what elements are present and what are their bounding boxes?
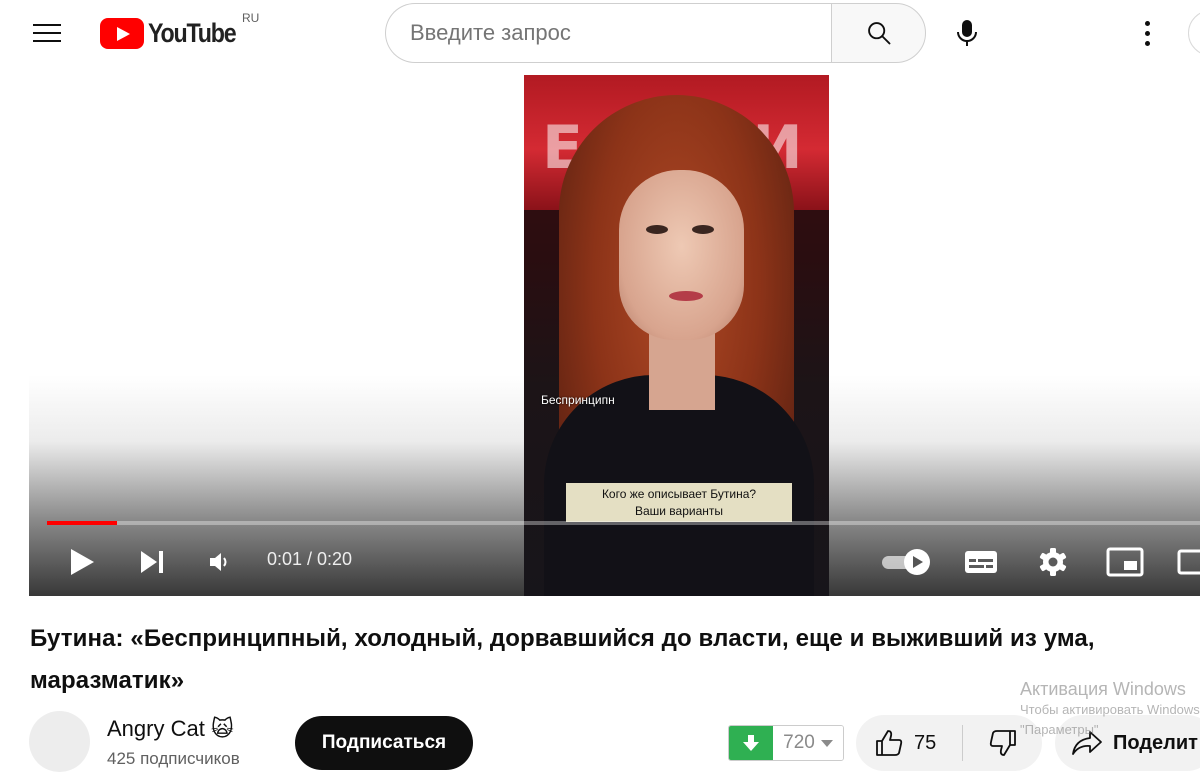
share-label: Поделит bbox=[1113, 731, 1198, 754]
subtitles-button[interactable] bbox=[961, 545, 1001, 579]
chevron-down-icon bbox=[820, 739, 833, 747]
like-dislike-group: 75 bbox=[856, 715, 1042, 771]
masthead: YouTube RU bbox=[0, 0, 1200, 66]
settings-button[interactable] bbox=[1035, 545, 1071, 579]
logo-text: YouTube bbox=[148, 17, 237, 48]
channel-name[interactable]: Angry Cat 🙀 bbox=[107, 716, 234, 742]
video-overlay-caption: Беспринципн bbox=[541, 393, 615, 407]
download-count: 720 bbox=[783, 732, 815, 753]
autoplay-toggle[interactable] bbox=[879, 547, 935, 577]
download-quality-select[interactable]: 720 bbox=[773, 726, 843, 760]
theater-icon bbox=[1177, 549, 1200, 575]
progress-bar[interactable] bbox=[47, 521, 1200, 525]
subtitles-icon bbox=[965, 551, 997, 573]
theater-mode-button[interactable] bbox=[1175, 545, 1200, 579]
presenter-eye-right bbox=[692, 225, 714, 234]
video-title: Бутина: «Беспринципный, холодный, дорвав… bbox=[30, 625, 1095, 694]
share-button[interactable]: Поделит bbox=[1055, 715, 1200, 771]
time-display: 0:01 / 0:20 bbox=[267, 549, 353, 569]
voice-search-button[interactable] bbox=[946, 12, 988, 54]
play-button[interactable] bbox=[65, 545, 99, 579]
dislike-button[interactable] bbox=[964, 715, 1042, 771]
next-icon bbox=[141, 551, 163, 573]
mute-button[interactable] bbox=[205, 547, 235, 577]
presenter-eye-left bbox=[646, 225, 668, 234]
autoplay-icon bbox=[882, 549, 930, 575]
mic-icon bbox=[957, 20, 977, 46]
subtitle-line-2: Ваши варианты bbox=[634, 503, 724, 518]
progress-played bbox=[47, 521, 117, 525]
play-icon bbox=[71, 549, 94, 575]
youtube-logo[interactable]: YouTube bbox=[100, 14, 250, 52]
presenter-face bbox=[619, 170, 744, 340]
video-player[interactable]: ЕДИ Беспринципн Кого же описывает Бутина… bbox=[29, 75, 1200, 596]
presenter-neck bbox=[649, 330, 715, 410]
settings-icon bbox=[1039, 548, 1067, 576]
sign-in-button[interactable] bbox=[1188, 10, 1200, 56]
presenter-lips bbox=[669, 291, 703, 301]
like-divider bbox=[962, 725, 963, 761]
search-input[interactable] bbox=[385, 3, 831, 63]
search-button[interactable] bbox=[831, 3, 926, 63]
thumbs-down-icon bbox=[989, 730, 1016, 756]
miniplayer-button[interactable] bbox=[1105, 545, 1145, 579]
video-frame[interactable]: ЕДИ Беспринципн Кого же описывает Бутина… bbox=[524, 75, 829, 596]
like-count: 75 bbox=[914, 731, 937, 754]
youtube-play-icon bbox=[100, 17, 144, 49]
video-subtitle-box: Кого же описывает Бутина? Ваши варианты bbox=[566, 483, 792, 522]
subscribe-button[interactable]: Подписаться bbox=[295, 716, 473, 770]
like-button[interactable]: 75 bbox=[856, 715, 962, 771]
share-icon bbox=[1072, 731, 1102, 755]
download-arrow-icon[interactable] bbox=[729, 726, 773, 760]
volume-icon bbox=[210, 553, 227, 571]
search-icon bbox=[867, 22, 890, 45]
next-button[interactable] bbox=[135, 545, 169, 579]
thumbs-up-icon bbox=[876, 730, 903, 756]
subscriber-count: 425 подписчиков bbox=[107, 749, 240, 768]
download-icon bbox=[743, 735, 759, 751]
download-widget[interactable]: 720 bbox=[728, 725, 844, 761]
subtitle-line-1: Кого же описывает Бутина? bbox=[601, 486, 757, 501]
menu-icon[interactable] bbox=[27, 16, 67, 50]
channel-avatar[interactable] bbox=[29, 711, 90, 772]
search-bar bbox=[385, 3, 926, 63]
region-code: RU bbox=[242, 11, 260, 25]
more-vert-icon[interactable] bbox=[1130, 14, 1164, 52]
player-controls: 0:01 / 0:20 bbox=[29, 535, 1200, 587]
miniplayer-icon bbox=[1106, 547, 1144, 577]
